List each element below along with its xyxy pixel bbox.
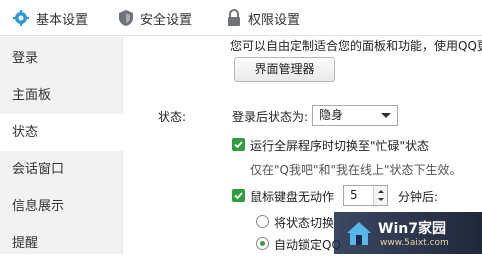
sidebar-item-info-display[interactable]: 信息展示 [0,188,123,225]
tab-basic-settings[interactable]: 基本设置 [12,0,88,36]
radio-switch-status[interactable] [256,215,269,228]
house-logo-icon [344,218,374,248]
tab-security-settings[interactable]: 安全设置 [118,0,192,36]
settings-tab-bar: 基本设置 安全设置 权限设置 [0,0,482,36]
sidebar-item-login[interactable]: 登录 [0,40,123,77]
radio-auto-lock-label: 自动锁定QQ [274,238,341,252]
login-status-select[interactable]: 隐身 [312,105,398,126]
radio-auto-lock[interactable] [256,237,269,250]
watermark-url: www.5aixt.com [380,238,449,248]
stepper-buttons[interactable] [373,186,387,205]
panel-description: 您可以自由定制适合您的面板和功能，使用QQ更 [230,39,482,53]
idle-minutes-value: 5 [350,188,358,202]
idle-label: 鼠标键盘无动作 [250,190,335,204]
status-section-label: 状态: [158,110,187,124]
radio-switch-status-label: 将状态切换 [274,216,335,230]
panel-manager-button[interactable]: 界面管理器 [234,57,335,82]
gear-icon [12,9,30,27]
tab-security-settings-label: 安全设置 [140,12,193,28]
fullscreen-busy-note: 仅在"Q我吧"和"我在线上"状态下生效。 [250,163,462,177]
sidebar-item-main-panel[interactable]: 主面板 [0,77,123,114]
shield-icon [118,9,134,27]
sidebar-item-chat-window[interactable]: 会话窗口 [0,151,123,188]
watermark-title: Win7家园 [378,221,446,237]
idle-suffix: 分钟后: [398,190,439,204]
tab-basic-settings-label: 基本设置 [36,12,89,28]
site-watermark: Win7家园 www.5aixt.com [334,212,482,254]
fullscreen-busy-checkbox[interactable] [232,138,245,151]
login-status-value: 隐身 [319,108,344,122]
fullscreen-busy-label: 运行全屏程序时切换至"忙碌"状态 [250,139,430,153]
idle-minutes-stepper[interactable]: 5 [343,185,388,206]
settings-sidebar: 登录 主面板 状态 会话窗口 信息展示 提醒 [0,37,124,254]
sidebar-item-status[interactable]: 状态 [0,114,124,151]
idle-checkbox[interactable] [232,189,245,202]
tab-permission-settings[interactable]: 权限设置 [226,0,300,36]
sidebar-item-reminder[interactable]: 提醒 [0,225,123,262]
radio-selected-dot [260,241,265,246]
check-icon [234,192,243,200]
lock-icon [226,8,242,27]
check-icon [234,141,243,149]
tab-permission-settings-label: 权限设置 [248,12,301,28]
login-status-label: 登录后状态为: [232,110,309,124]
chevron-down-icon [381,113,391,118]
